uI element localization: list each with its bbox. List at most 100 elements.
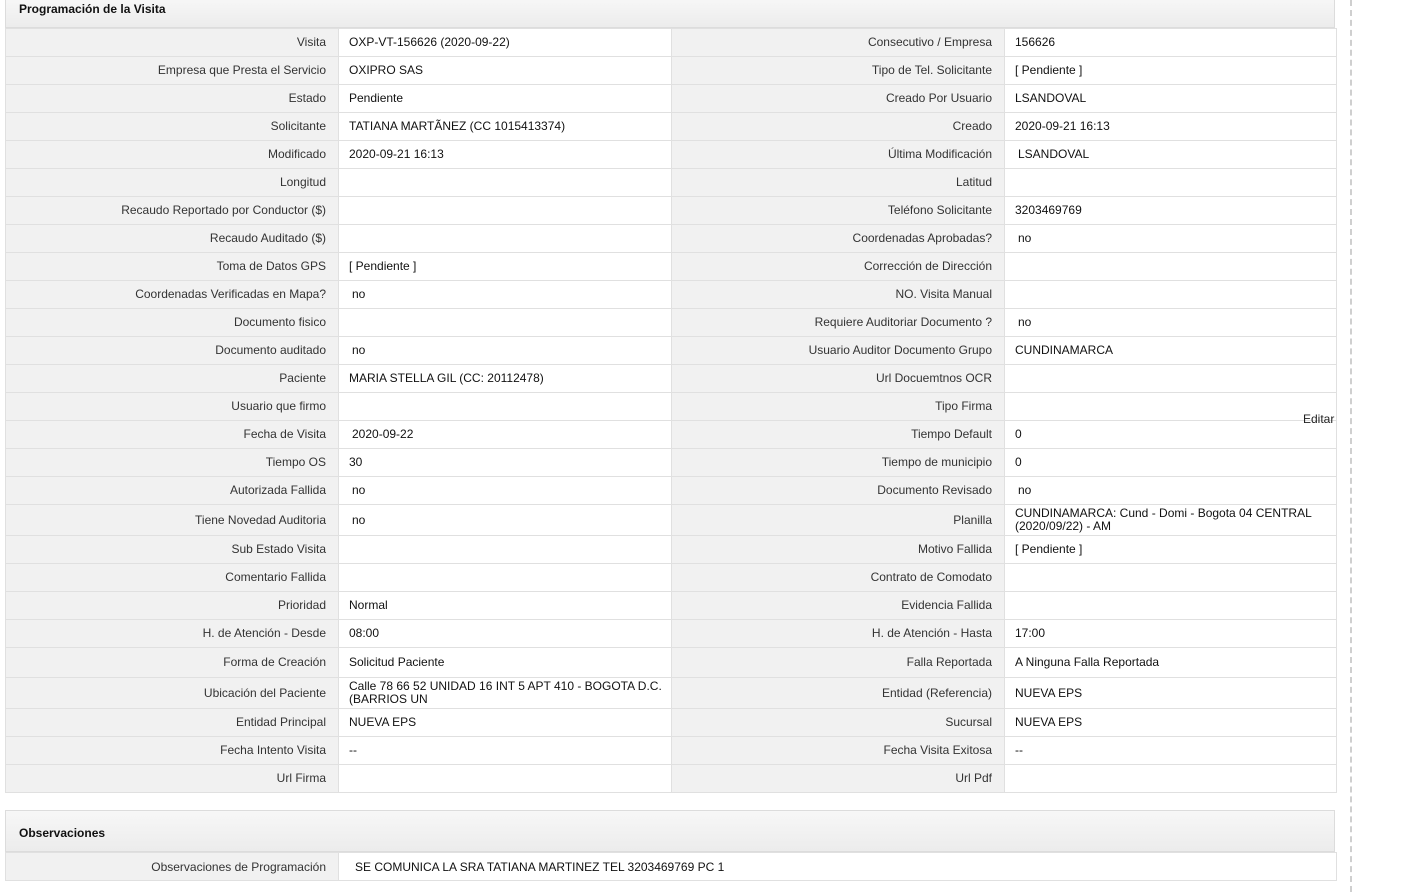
comentario-fallida-label: Comentario Fallida xyxy=(5,563,339,592)
h-de-atencion-desde-value: 08:00 xyxy=(338,619,672,648)
forma-de-creacion-value: Solicitud Paciente xyxy=(338,647,672,678)
contrato-de-comodato-label: Contrato de Comodato xyxy=(671,563,1005,592)
telefono-solicitante-value: 3203469769 xyxy=(1004,196,1337,225)
creado-label-text: Creado xyxy=(952,119,992,133)
creado-por-usuario-value: LSANDOVAL xyxy=(1004,84,1337,113)
detail-row: Usuario que firmo Tipo Firma xyxy=(5,392,1337,421)
recaudo-reportado-por-conductor-value xyxy=(338,196,672,225)
creado-por-usuario-label: Creado Por Usuario xyxy=(671,84,1005,113)
observations-table: Observaciones de Programación SE COMUNIC… xyxy=(5,852,1337,881)
entidad-principal-value: NUEVA EPS xyxy=(338,708,672,737)
tiempo-de-municipio-label: Tiempo de municipio xyxy=(671,448,1005,477)
section-header-observaciones: Observaciones xyxy=(5,810,1335,852)
solicitante-label: Solicitante xyxy=(5,112,339,141)
section-header-programacion: Programación de la Visita xyxy=(5,0,1335,28)
tipo-firma-label-text: Tipo Firma xyxy=(935,399,992,413)
sub-estado-visita-value xyxy=(338,535,672,564)
detail-row: Toma de Datos GPS [ Pendiente ] Corrección… xyxy=(5,252,1337,281)
motivo-fallida-label-text: Motivo Fallida xyxy=(917,542,992,556)
documento-auditado-value-text: no xyxy=(352,343,366,357)
detail-row: Empresa que Presta el Servicio OXIPRO SAS… xyxy=(5,56,1337,85)
detail-row: Recaudo Reportado por Conductor ($) Teléf… xyxy=(5,196,1337,225)
fecha-intento-visita-value-text: -- xyxy=(349,743,357,757)
fecha-de-visita-value: 2020-09-22 xyxy=(338,420,672,449)
coordenadas-aprobadas-label: Coordenadas Aprobadas? xyxy=(671,224,1005,253)
detail-row: Paciente MARIA STELLA GIL (CC: 20112478) U… xyxy=(5,364,1337,393)
tiempo-os-value-text: 30 xyxy=(349,455,363,469)
toma-de-datos-gps-label: Toma de Datos GPS xyxy=(5,252,339,281)
tiene-novedad-auditoria-label-text: Tiene Novedad Auditoria xyxy=(195,512,326,527)
url-pdf-value xyxy=(1004,764,1337,793)
detail-row: Documento fisico Requiere Auditoriar Docu… xyxy=(5,308,1337,337)
forma-de-creacion-value-text: Solicitud Paciente xyxy=(349,655,445,669)
entidad-referencia-value: NUEVA EPS xyxy=(1004,677,1337,709)
modificado-label: Modificado xyxy=(5,140,339,169)
detail-row: Solicitante TATIANA MARTÃNEZ (CC 10154133… xyxy=(5,112,1337,141)
paciente-label: Paciente xyxy=(5,364,339,393)
creado-por-usuario-label-text: Creado Por Usuario xyxy=(885,91,992,105)
url-docuemtnos-ocr-label: Url Docuemtnos OCR xyxy=(671,364,1005,393)
longitud-value xyxy=(338,168,672,197)
autorizada-fallida-value-text: no xyxy=(352,483,366,497)
section-title-observaciones: Observaciones xyxy=(19,826,106,840)
detail-row: Comentario Fallida Contrato de Comodato xyxy=(5,563,1337,592)
ubicacion-del-paciente-value-text: Calle 78 66 52 UNIDAD 16 INT 5 APT 410 -… xyxy=(349,679,662,706)
fecha-intento-visita-value: -- xyxy=(338,736,672,765)
h-de-atencion-desde-label: H. de Atención - Desde xyxy=(5,619,339,648)
tiempo-os-value: 30 xyxy=(338,448,672,477)
planilla-value-text: CUNDINAMARCA: Cund - Domi - Bogota 04 CE… xyxy=(1015,506,1312,533)
h-de-atencion-desde-label-text: H. de Atención - Desde xyxy=(202,626,326,640)
h-de-atencion-hasta-value: 17:00 xyxy=(1004,619,1337,648)
falla-reportada-value-text: A Ninguna Falla Reportada xyxy=(1015,655,1160,669)
url-pdf-label: Url Pdf xyxy=(671,764,1005,793)
fecha-visita-exitosa-label: Fecha Visita Exitosa xyxy=(671,736,1005,765)
usuario-auditor-documento-grupo-label: Usuario Auditor Documento Grupo xyxy=(671,336,1005,365)
observations-row: Observaciones de Programación SE COMUNIC… xyxy=(5,852,1337,881)
estado-label-text: Estado xyxy=(288,91,326,105)
ultima-modificacion-value-text: LSANDOVAL xyxy=(1018,147,1090,161)
longitud-label-text: Longitud xyxy=(279,175,326,189)
usuario-auditor-documento-grupo-value: CUNDINAMARCA xyxy=(1004,336,1337,365)
planilla-label-text: Planilla xyxy=(953,512,992,527)
latitud-label: Latitud xyxy=(671,168,1005,197)
usuario-que-firmo-value xyxy=(338,392,672,421)
comentario-fallida-label-text: Comentario Fallida xyxy=(225,570,326,584)
edit-link[interactable]: Editar xyxy=(1303,412,1334,426)
entidad-referencia-label-text: Entidad (Referencia) xyxy=(881,685,992,700)
evidencia-fallida-value xyxy=(1004,591,1337,620)
visita-value-text: OXP-VT-156626 (2020-09-22) xyxy=(349,35,510,49)
tiene-novedad-auditoria-value-text: no xyxy=(352,512,366,527)
detail-row: Sub Estado Visita Motivo Fallida [ Pendien… xyxy=(5,535,1337,564)
contrato-de-comodato-value xyxy=(1004,563,1337,592)
fecha-de-visita-value-text: 2020-09-22 xyxy=(352,427,414,441)
sucursal-value: NUEVA EPS xyxy=(1004,708,1337,737)
detail-row: Fecha de Visita 2020-09-22 Tiempo Default 0 xyxy=(5,420,1337,449)
usuario-auditor-documento-grupo-label-text: Usuario Auditor Documento Grupo xyxy=(808,343,992,357)
empresa-que-presta-el-servicio-value-text: OXIPRO SAS xyxy=(349,63,424,77)
fecha-visita-exitosa-label-text: Fecha Visita Exitosa xyxy=(883,743,993,757)
detail-row: Tiempo OS 30 Tiempo de municipio 0 xyxy=(5,448,1337,477)
documento-auditado-label-text: Documento auditado xyxy=(215,343,326,357)
recaudo-auditado-value xyxy=(338,224,672,253)
ultima-modificacion-value: LSANDOVAL xyxy=(1004,140,1337,169)
dashed-divider xyxy=(1350,0,1352,892)
observations-value: SE COMUNICA LA SRA TATIANA MARTINEZ TEL … xyxy=(338,852,1337,881)
tipo-firma-value xyxy=(1004,392,1337,421)
visita-label: Visita xyxy=(5,28,339,57)
motivo-fallida-label: Motivo Fallida xyxy=(671,535,1005,564)
ultima-modificacion-label: Última Modificación xyxy=(671,140,1005,169)
tiempo-de-municipio-label-text: Tiempo de municipio xyxy=(881,455,992,469)
toma-de-datos-gps-value: [ Pendiente ] xyxy=(338,252,672,281)
url-firma-label: Url Firma xyxy=(5,764,339,793)
fecha-de-visita-label-text: Fecha de Visita xyxy=(243,427,327,441)
detail-row: Entidad Principal NUEVA EPS Sucursal NUEVA … xyxy=(5,708,1337,737)
entidad-referencia-label: Entidad (Referencia) xyxy=(671,677,1005,709)
toma-de-datos-gps-label-text: Toma de Datos GPS xyxy=(216,259,326,273)
tiempo-default-value-text: 0 xyxy=(1015,427,1022,441)
url-firma-label-text: Url Firma xyxy=(276,771,326,785)
recaudo-reportado-por-conductor-label: Recaudo Reportado por Conductor ($) xyxy=(5,196,339,225)
documento-revisado-label: Documento Revisado xyxy=(671,476,1005,505)
fecha-intento-visita-label: Fecha Intento Visita xyxy=(5,736,339,765)
paciente-value-text: MARIA STELLA GIL (CC: 20112478) xyxy=(349,371,544,385)
tipo-firma-label: Tipo Firma xyxy=(671,392,1005,421)
